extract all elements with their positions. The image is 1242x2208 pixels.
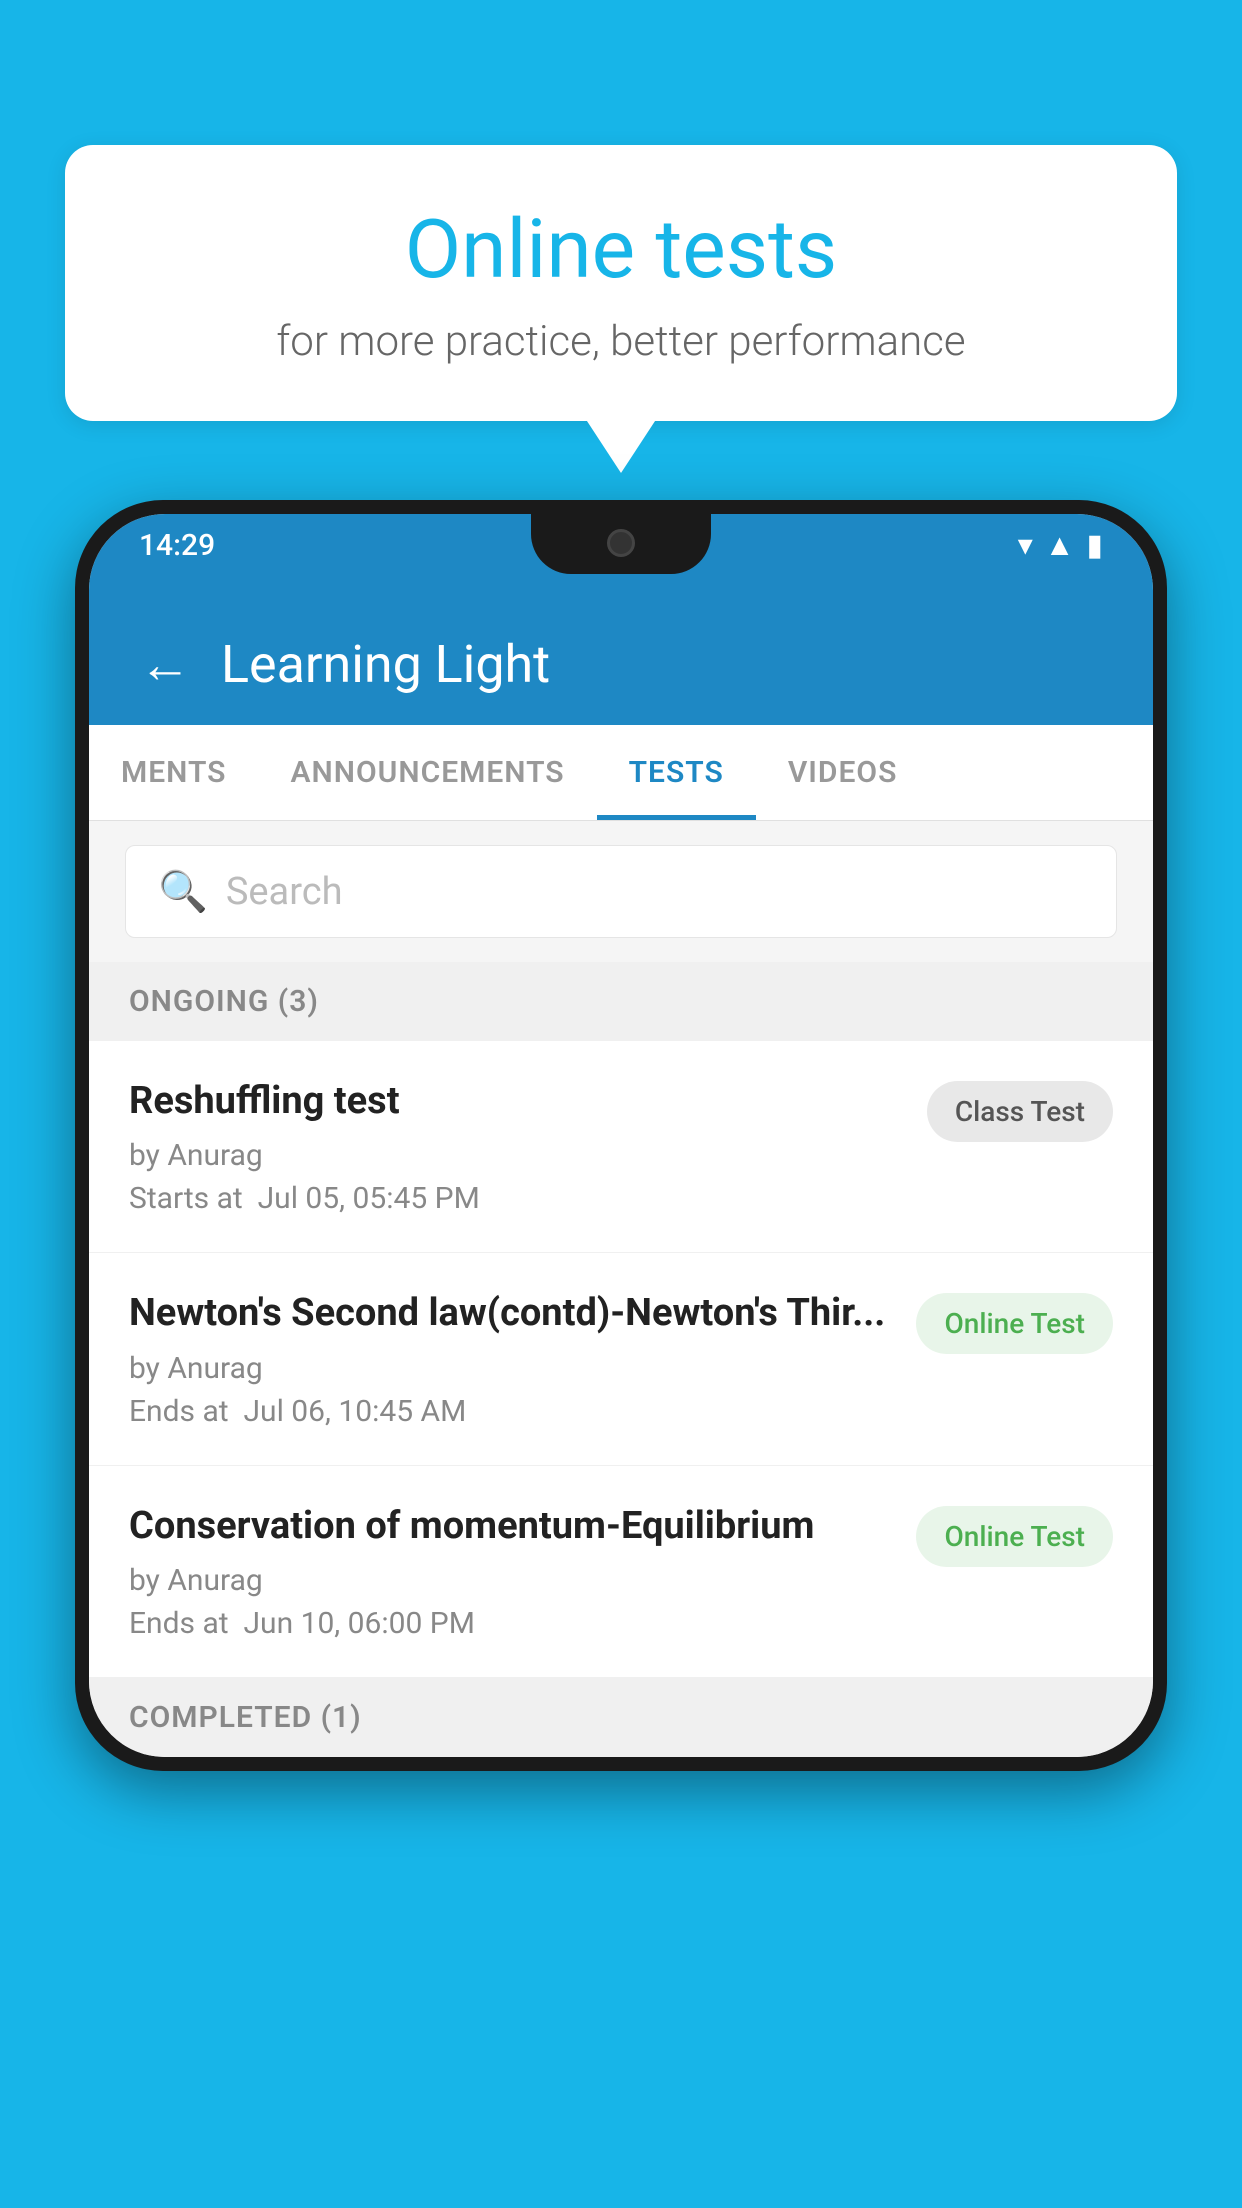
tabs-container: MENTS ANNOUNCEMENTS TESTS VIDEOS (89, 725, 1153, 821)
search-icon: 🔍 (158, 868, 208, 915)
test-name: Conservation of momentum-Equilibrium (129, 1502, 892, 1551)
tab-ments[interactable]: MENTS (89, 725, 259, 820)
badge-online-test: Online Test (916, 1506, 1113, 1567)
speech-bubble-container: Online tests for more practice, better p… (65, 145, 1177, 421)
app-header: ← Learning Light (89, 604, 1153, 725)
completed-section-header: COMPLETED (1) (89, 1678, 1153, 1757)
badge-online-test: Online Test (916, 1293, 1113, 1354)
test-item[interactable]: Newton's Second law(contd)-Newton's Thir… (89, 1253, 1153, 1465)
status-icons: ▾ ▲ ▮ (1018, 528, 1103, 563)
back-button[interactable]: ← (139, 639, 191, 691)
test-info: Newton's Second law(contd)-Newton's Thir… (129, 1289, 916, 1428)
test-item[interactable]: Reshuffling test by Anurag Starts at Jul… (89, 1041, 1153, 1253)
signal-icon: ▲ (1045, 528, 1075, 563)
ongoing-section-header: ONGOING (3) (89, 962, 1153, 1041)
badge-class-test: Class Test (927, 1081, 1113, 1142)
search-container: 🔍 Search (89, 821, 1153, 962)
bubble-title: Online tests (145, 205, 1097, 295)
test-time: Ends at Jul 06, 10:45 AM (129, 1394, 892, 1429)
test-info: Conservation of momentum-Equilibrium by … (129, 1502, 916, 1641)
test-info: Reshuffling test by Anurag Starts at Jul… (129, 1077, 927, 1216)
app-title: Learning Light (221, 634, 550, 695)
battery-icon: ▮ (1086, 528, 1103, 563)
phone-mockup: 14:29 ▾ ▲ ▮ ← Learning Light (75, 500, 1167, 1771)
test-author: by Anurag (129, 1351, 892, 1386)
notch (531, 514, 711, 574)
search-box[interactable]: 🔍 Search (125, 845, 1117, 938)
test-author: by Anurag (129, 1138, 903, 1173)
tab-videos[interactable]: VIDEOS (756, 725, 930, 820)
phone-inner: 14:29 ▾ ▲ ▮ ← Learning Light (89, 514, 1153, 1757)
notch-area: 14:29 ▾ ▲ ▮ (89, 514, 1153, 604)
status-time: 14:29 (139, 528, 215, 563)
test-name: Newton's Second law(contd)-Newton's Thir… (129, 1289, 892, 1338)
phone-outer: 14:29 ▾ ▲ ▮ ← Learning Light (75, 500, 1167, 1771)
test-name: Reshuffling test (129, 1077, 903, 1126)
bubble-subtitle: for more practice, better performance (145, 317, 1097, 366)
test-author: by Anurag (129, 1563, 892, 1598)
camera (607, 529, 635, 557)
wifi-icon: ▾ (1018, 528, 1033, 563)
test-time: Ends at Jun 10, 06:00 PM (129, 1606, 892, 1641)
tab-announcements[interactable]: ANNOUNCEMENTS (259, 725, 597, 820)
speech-bubble: Online tests for more practice, better p… (65, 145, 1177, 421)
test-item[interactable]: Conservation of momentum-Equilibrium by … (89, 1466, 1153, 1678)
tab-tests[interactable]: TESTS (597, 725, 756, 820)
test-list: Reshuffling test by Anurag Starts at Jul… (89, 1041, 1153, 1678)
test-time: Starts at Jul 05, 05:45 PM (129, 1181, 903, 1216)
search-placeholder: Search (226, 870, 343, 914)
